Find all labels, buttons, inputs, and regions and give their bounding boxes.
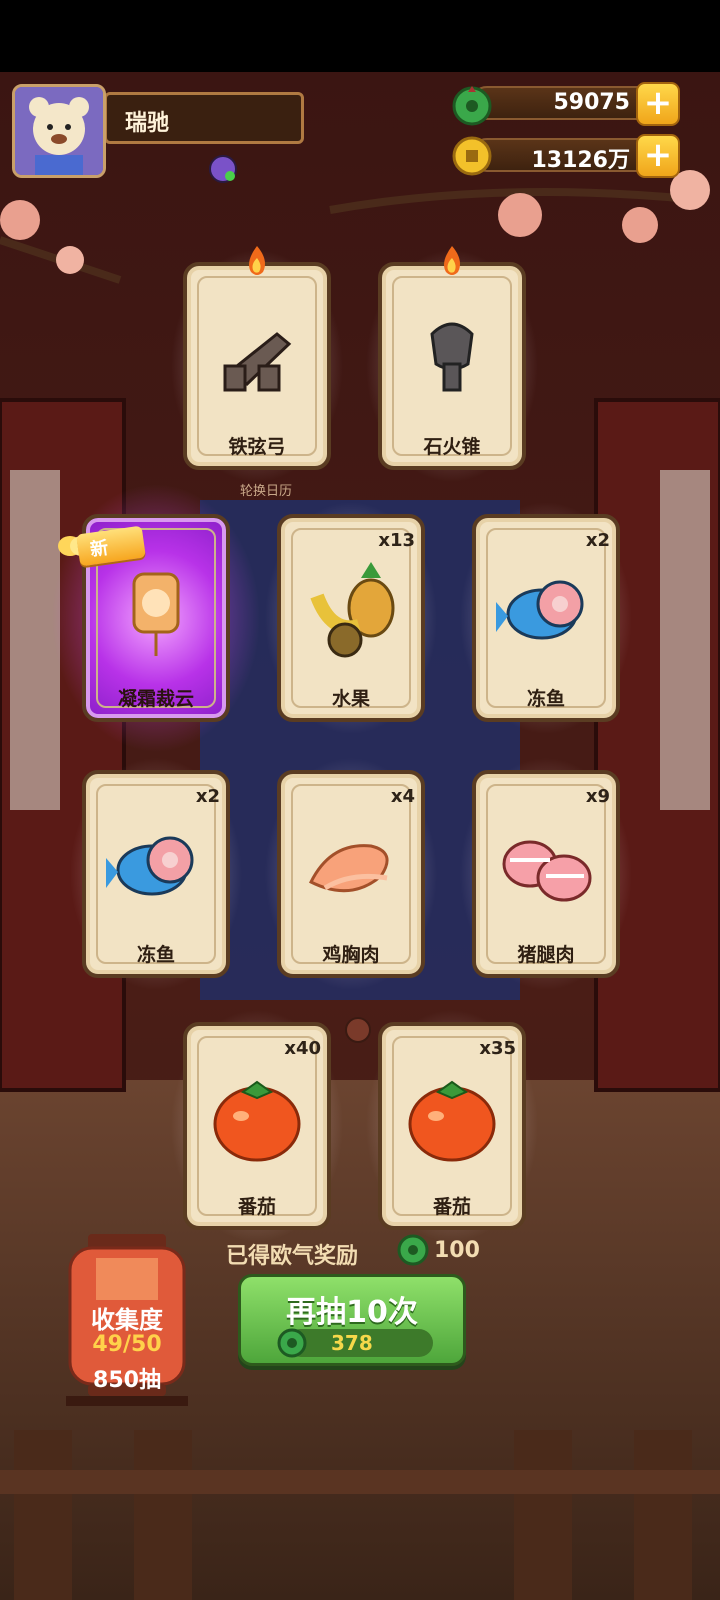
collection-lantern[interactable]: 收集度 49/50 850抽 — [66, 1234, 188, 1412]
card-label: 番茄 — [432, 1196, 471, 1218]
flame-icon — [249, 246, 265, 275]
card-count: x2 — [195, 786, 220, 807]
tomato-icon — [213, 1080, 301, 1162]
status-bar-area — [0, 0, 720, 72]
reward-label: 已得欧气奖励 — [226, 1244, 359, 1269]
reward-card[interactable]: x40 番茄 — [171, 1010, 343, 1242]
card-count: x9 — [585, 786, 610, 807]
card-count: x2 — [585, 530, 610, 551]
card-count: x40 — [284, 1038, 321, 1059]
card-label: 凝霜裁云 — [117, 688, 194, 710]
add-gold-button[interactable]: + — [636, 134, 680, 178]
vip-badge-icon[interactable] — [208, 154, 238, 184]
reward-card[interactable]: x9 猪腿肉 — [460, 758, 632, 990]
card-count: x4 — [390, 786, 415, 807]
card-count: x35 — [479, 1038, 516, 1059]
new-badge: 新 — [56, 524, 156, 568]
jade-amount: 59075 — [553, 90, 630, 115]
reward-card[interactable]: x2 冻鱼 — [460, 502, 632, 734]
fruit-icon — [310, 562, 395, 658]
card-label: 冻鱼 — [136, 944, 175, 966]
card-label: 石火锥 — [423, 436, 481, 458]
add-jade-button[interactable]: + — [636, 82, 680, 126]
reward-value: 100 — [434, 1238, 480, 1263]
collection-title: 收集度 — [91, 1306, 163, 1334]
stone-cone-icon — [430, 322, 474, 392]
gold-currency: 13126万 + — [450, 134, 680, 178]
reward-card[interactable]: x13 水果 — [265, 502, 437, 734]
crossbow-part-icon — [223, 332, 292, 392]
player-profile[interactable]: 瑞驰 — [12, 84, 312, 184]
decor-pendant-icon — [132, 572, 180, 656]
collection-draws: 850抽 — [93, 1368, 161, 1393]
tomato-icon — [408, 1080, 496, 1162]
reward-card[interactable]: x2 冻鱼 — [70, 758, 242, 990]
name-plate: 瑞驰 — [104, 92, 304, 144]
gold-coin-icon — [452, 136, 492, 176]
card-label: 铁弦弓 — [228, 436, 286, 458]
pork-leg-icon — [502, 840, 592, 902]
jade-coin-icon — [452, 86, 492, 126]
card-label: 水果 — [331, 688, 370, 710]
player-name: 瑞驰 — [125, 111, 170, 136]
card-label: 冻鱼 — [526, 688, 565, 710]
jade-currency: 59075 + — [450, 82, 680, 126]
reward-card[interactable]: x4 鸡胸肉 — [265, 758, 437, 990]
frozen-fish-icon — [106, 836, 194, 896]
frozen-fish-icon — [496, 580, 584, 640]
jade-coin-icon — [397, 1234, 429, 1266]
reward-card[interactable]: 石火锥 — [366, 246, 538, 482]
draw-again-button[interactable]: 再抽10次 378 — [238, 1274, 466, 1366]
gold-amount: 13126万 — [531, 148, 630, 173]
reward-card[interactable]: x35 番茄 — [366, 1010, 538, 1242]
card-count: x13 — [378, 530, 415, 551]
card-label: 番茄 — [237, 1196, 276, 1218]
avatar[interactable] — [12, 84, 106, 178]
jade-coin-icon — [277, 1328, 307, 1358]
reward-card[interactable]: 铁弦弓 — [171, 246, 343, 482]
chicken-breast-icon — [308, 844, 389, 893]
card-label: 猪腿肉 — [517, 944, 575, 966]
collection-progress: 49/50 — [92, 1332, 162, 1357]
new-badge-label: 新 — [88, 537, 110, 561]
draw-cost: 378 — [331, 1331, 373, 1355]
reward-card[interactable]: 凝霜裁云 新 — [52, 484, 260, 752]
bear-avatar-icon — [15, 87, 103, 175]
flame-icon — [444, 246, 460, 275]
card-label: 鸡胸肉 — [322, 944, 380, 966]
